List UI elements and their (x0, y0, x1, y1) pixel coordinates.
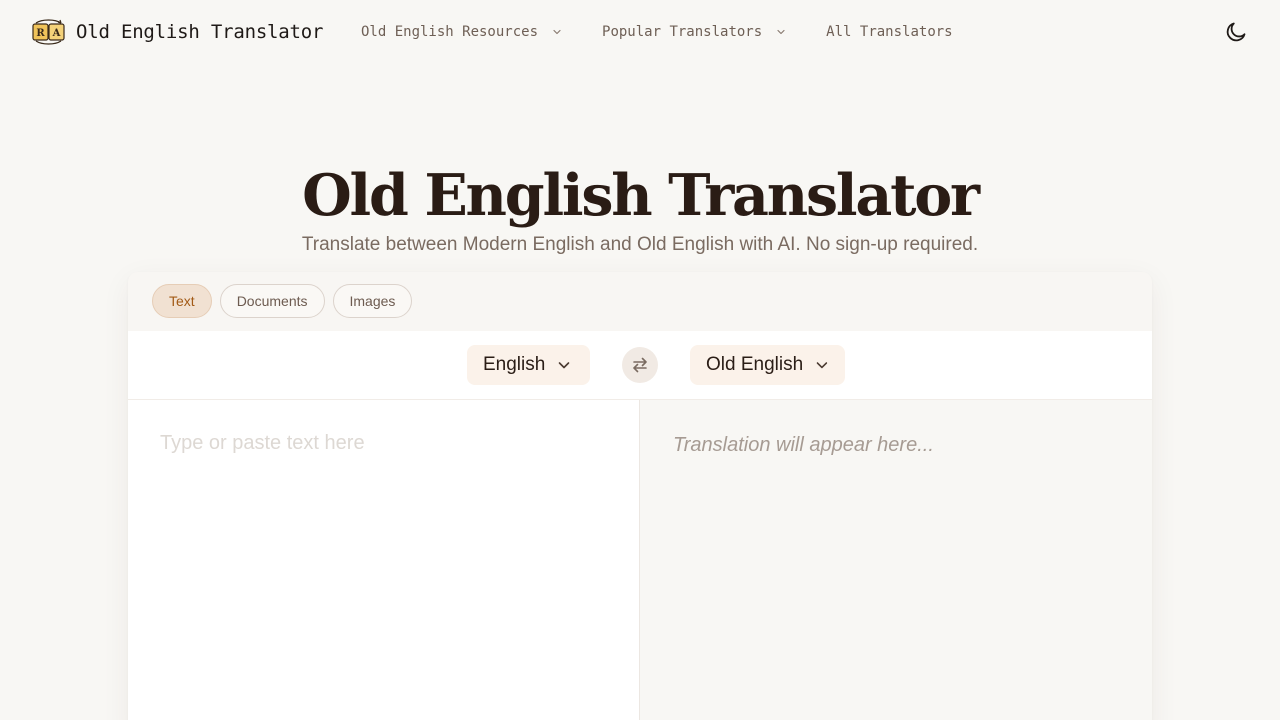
source-pane (128, 400, 639, 720)
page-subtitle: Translate between Modern English and Old… (301, 234, 979, 255)
translation-placeholder: Translation will appear here... (673, 434, 934, 456)
nav-label: Old English Resources (361, 24, 539, 40)
translation-output-pane: Translation will appear here... (639, 400, 1152, 720)
top-navbar: R A Old English Translator Old English R… (0, 0, 1280, 64)
chevron-down-icon (816, 362, 828, 369)
chevron-down-icon (553, 29, 561, 35)
svg-text:A: A (52, 28, 61, 39)
nav-label: Popular Translators (602, 24, 763, 40)
chevron-down-icon (559, 362, 570, 369)
theme-toggle-button[interactable] (1224, 20, 1248, 44)
moon-icon (1226, 22, 1246, 42)
tab-text[interactable]: Text (152, 284, 212, 318)
brand-name: Old English Translator (76, 21, 324, 43)
swap-arrows-icon (633, 357, 647, 373)
chevron-down-icon (777, 29, 785, 35)
input-mode-tabs: Text Documents Images (152, 284, 413, 318)
swap-languages-button[interactable] (622, 347, 658, 383)
target-language-label: Old English (706, 354, 804, 375)
source-language-select[interactable]: English (467, 345, 590, 385)
svg-text:R: R (36, 28, 45, 39)
page-title: Old English Translator (302, 162, 980, 229)
tab-documents[interactable]: Documents (219, 284, 325, 318)
source-language-label: English (483, 354, 546, 375)
source-text-input[interactable] (128, 400, 639, 720)
language-bar: English Old English (128, 331, 1152, 400)
brand-link[interactable]: R A Old English Translator (32, 18, 323, 46)
main-nav: Old English Resources Popular Translator… (361, 20, 953, 44)
nav-old-english-resources[interactable]: Old English Resources (361, 24, 562, 40)
nav-label: All Translators (826, 24, 953, 40)
nav-popular-translators[interactable]: Popular Translators (602, 24, 786, 40)
translator-card: Text Documents Images English Old Englis… (128, 272, 1152, 720)
nav-all-translators[interactable]: All Translators (826, 24, 952, 40)
tab-images[interactable]: Images (332, 284, 413, 318)
target-language-select[interactable]: Old English (690, 345, 845, 385)
book-translate-logo: R A (32, 19, 65, 45)
